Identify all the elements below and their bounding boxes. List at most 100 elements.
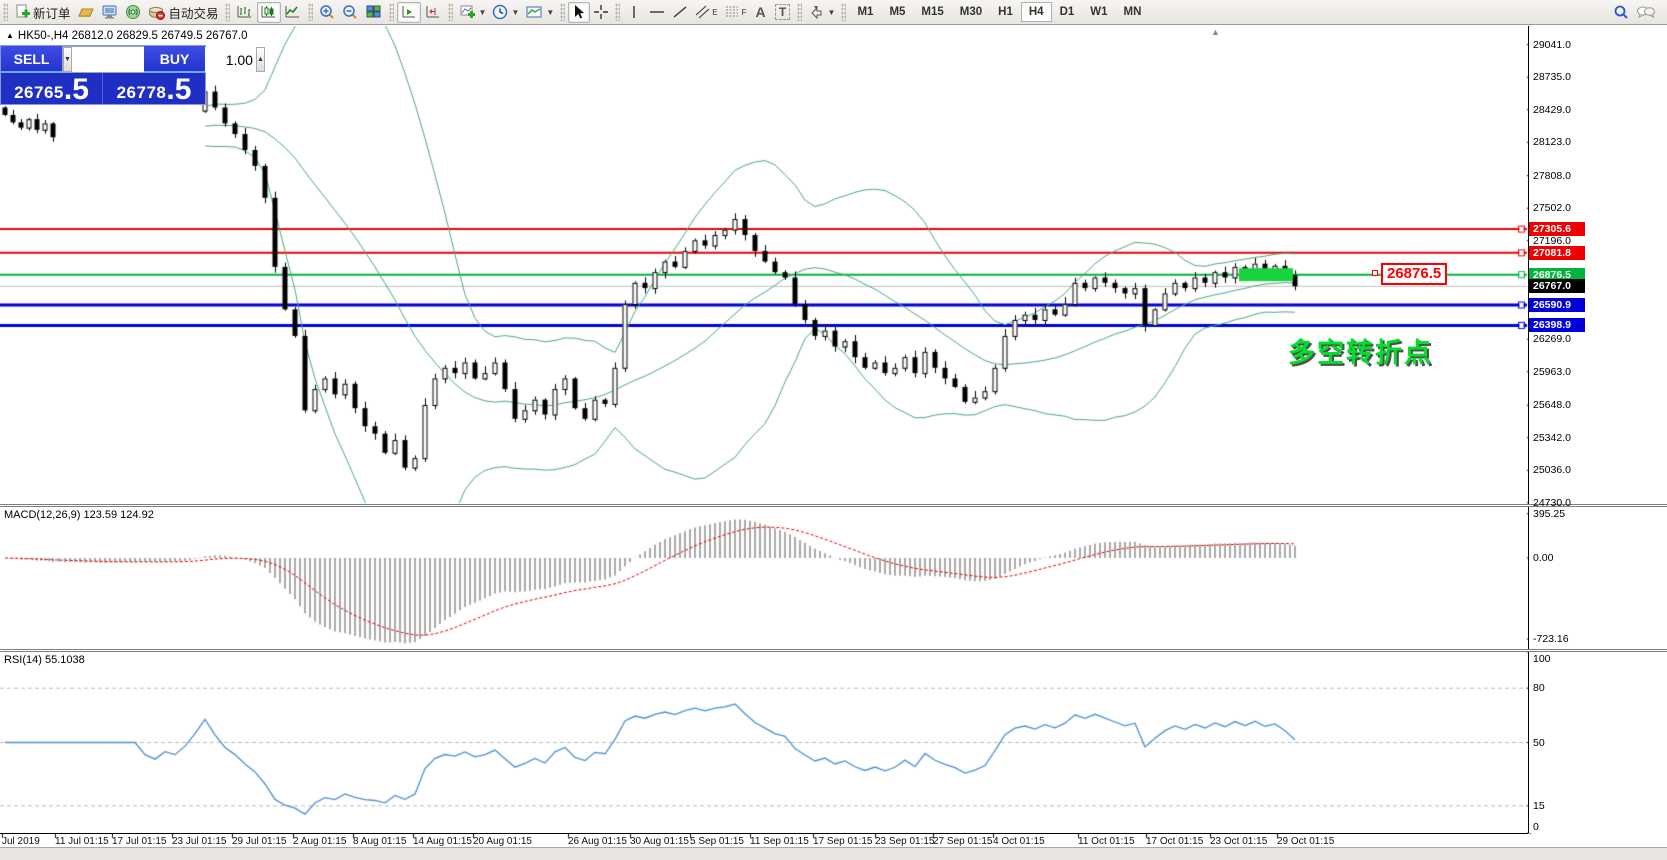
price-axis-label: 28123.0: [1533, 136, 1571, 148]
price-callout-label[interactable]: 26876.5: [1381, 263, 1447, 285]
toolbar-grip[interactable]: [225, 3, 230, 21]
autoscroll-button[interactable]: [397, 2, 421, 23]
sell-price[interactable]: 26765 .5: [1, 73, 103, 104]
text-button[interactable]: A: [750, 2, 772, 23]
fibonacci-letter: F: [742, 8, 747, 17]
templates-button[interactable]: ▼: [522, 2, 557, 23]
cursor-button[interactable]: [568, 2, 590, 23]
rsi-axis-label: 100: [1533, 653, 1551, 665]
arrows-icon: [808, 4, 826, 20]
new-order-button[interactable]: 新订单: [11, 2, 74, 23]
profiles-button[interactable]: [74, 2, 98, 23]
timeframe-M15[interactable]: M15: [913, 2, 951, 22]
price-axis-label: 27502.0: [1533, 202, 1571, 214]
price-level-badge: 26398.9: [1529, 318, 1585, 332]
candlestick-chart-button[interactable]: [257, 2, 281, 23]
price-axis-label: 29041.0: [1533, 39, 1571, 51]
new-order-label: 新订单: [33, 3, 71, 22]
rsi-panel-separator[interactable]: [0, 649, 1667, 652]
chart-shift-marker[interactable]: ▲: [1211, 27, 1220, 37]
timeframe-M5[interactable]: M5: [881, 2, 913, 22]
fibonacci-button[interactable]: F: [721, 2, 750, 23]
tile-windows-icon: [365, 4, 383, 20]
autotrading-button[interactable]: 自动交易: [145, 2, 222, 23]
tile-windows-button[interactable]: [362, 2, 386, 23]
date-axis-label: 17 Oct 01:15: [1146, 836, 1203, 847]
price-chart-canvas[interactable]: [0, 0, 1667, 860]
date-axis-line: [0, 833, 1528, 834]
text-label-icon: T: [775, 4, 790, 20]
search-icon: [1613, 4, 1630, 20]
vertical-line-icon: [627, 4, 641, 20]
price-axis-label: 26269.0: [1533, 333, 1571, 345]
toolbar-grip[interactable]: [560, 3, 565, 21]
zoom-out-button[interactable]: [339, 2, 362, 23]
sell-button[interactable]: SELL: [1, 46, 62, 73]
turning-point-annotation[interactable]: 多空转折点: [1288, 331, 1433, 370]
bar-chart-button[interactable]: [233, 2, 257, 23]
callout-anchor-square[interactable]: [1372, 270, 1378, 276]
trendline-button[interactable]: [669, 2, 691, 23]
date-axis-label: 11 Sep 01:15: [750, 836, 809, 847]
line-chart-icon: [284, 4, 302, 20]
templates-icon: [525, 4, 544, 20]
timeframe-M30[interactable]: M30: [952, 2, 990, 22]
cursor-icon: [571, 4, 587, 20]
macd-panel-separator[interactable]: [0, 504, 1667, 507]
new-chart-button[interactable]: ▼: [456, 2, 490, 23]
date-axis-label: 29 Oct 01:15: [1277, 836, 1334, 847]
buy-price[interactable]: 26778 .5: [103, 73, 205, 104]
volume-box: ▼ ▲: [62, 46, 144, 73]
chevron-down-icon: ▼: [546, 8, 554, 17]
toolbar-grip[interactable]: [308, 3, 313, 21]
one-click-collapse-icon[interactable]: ▲: [6, 31, 14, 40]
equidistant-channel-button[interactable]: E: [691, 2, 720, 23]
timeframe-M1[interactable]: M1: [849, 2, 881, 22]
toolbar-grip[interactable]: [615, 3, 620, 21]
toolbar-grip[interactable]: [841, 3, 846, 21]
crosshair-button[interactable]: [590, 2, 612, 23]
timeframe-D1[interactable]: D1: [1052, 2, 1083, 22]
arrows-button[interactable]: ▼: [805, 2, 839, 23]
search-button[interactable]: [1610, 2, 1633, 23]
sell-price-frac: .5: [64, 77, 89, 103]
date-axis-label: 29 Jul 01:15: [232, 836, 287, 847]
new-chart-icon: [459, 4, 477, 20]
date-axis-label: 14 Aug 01:15: [413, 836, 472, 847]
toolbar-grip[interactable]: [797, 3, 802, 21]
toolbar-grip[interactable]: [448, 3, 453, 21]
signals-button[interactable]: [122, 2, 145, 23]
market-watch-icon: [101, 4, 119, 20]
volume-decrease-button[interactable]: ▼: [63, 47, 72, 72]
periods-button[interactable]: ▼: [489, 2, 522, 23]
sell-price-main: 26765: [14, 83, 64, 103]
chat-button[interactable]: [1633, 2, 1659, 23]
buy-price-main: 26778: [117, 83, 167, 103]
toolbar-grip[interactable]: [3, 3, 8, 21]
rsi-axis-label: 50: [1533, 737, 1545, 749]
horizontal-line-button[interactable]: [645, 2, 669, 23]
toolbar-grip[interactable]: [389, 3, 394, 21]
channel-icon: [694, 4, 712, 20]
timeframe-H4[interactable]: H4: [1021, 2, 1052, 22]
date-axis-label: 11 Oct 01:15: [1078, 836, 1135, 847]
volume-increase-button[interactable]: ▲: [256, 47, 265, 72]
text-label-button[interactable]: T: [772, 2, 794, 23]
timeframe-H1[interactable]: H1: [990, 2, 1021, 22]
vertical-line-button[interactable]: [623, 2, 645, 23]
timeframe-W1[interactable]: W1: [1082, 2, 1115, 22]
chart-ohlc-header[interactable]: ▲HK50-,H4 26812.0 26829.5 26749.5 26767.…: [6, 30, 247, 42]
price-axis-label: 28735.0: [1533, 71, 1571, 83]
candlestick-chart-icon: [260, 4, 278, 20]
new-order-icon: [14, 4, 30, 20]
buy-button[interactable]: BUY: [144, 46, 205, 73]
price-axis-label: 25036.0: [1533, 464, 1571, 476]
chart-shift-button[interactable]: [421, 2, 445, 23]
market-watch-button[interactable]: [98, 2, 122, 23]
line-chart-button[interactable]: [281, 2, 305, 23]
price-level-badge: 27081.8: [1529, 246, 1585, 260]
date-axis-label: 30 Aug 01:15: [630, 836, 689, 847]
fibonacci-icon: [724, 4, 742, 20]
zoom-in-button[interactable]: [316, 2, 339, 23]
timeframe-MN[interactable]: MN: [1116, 2, 1150, 22]
